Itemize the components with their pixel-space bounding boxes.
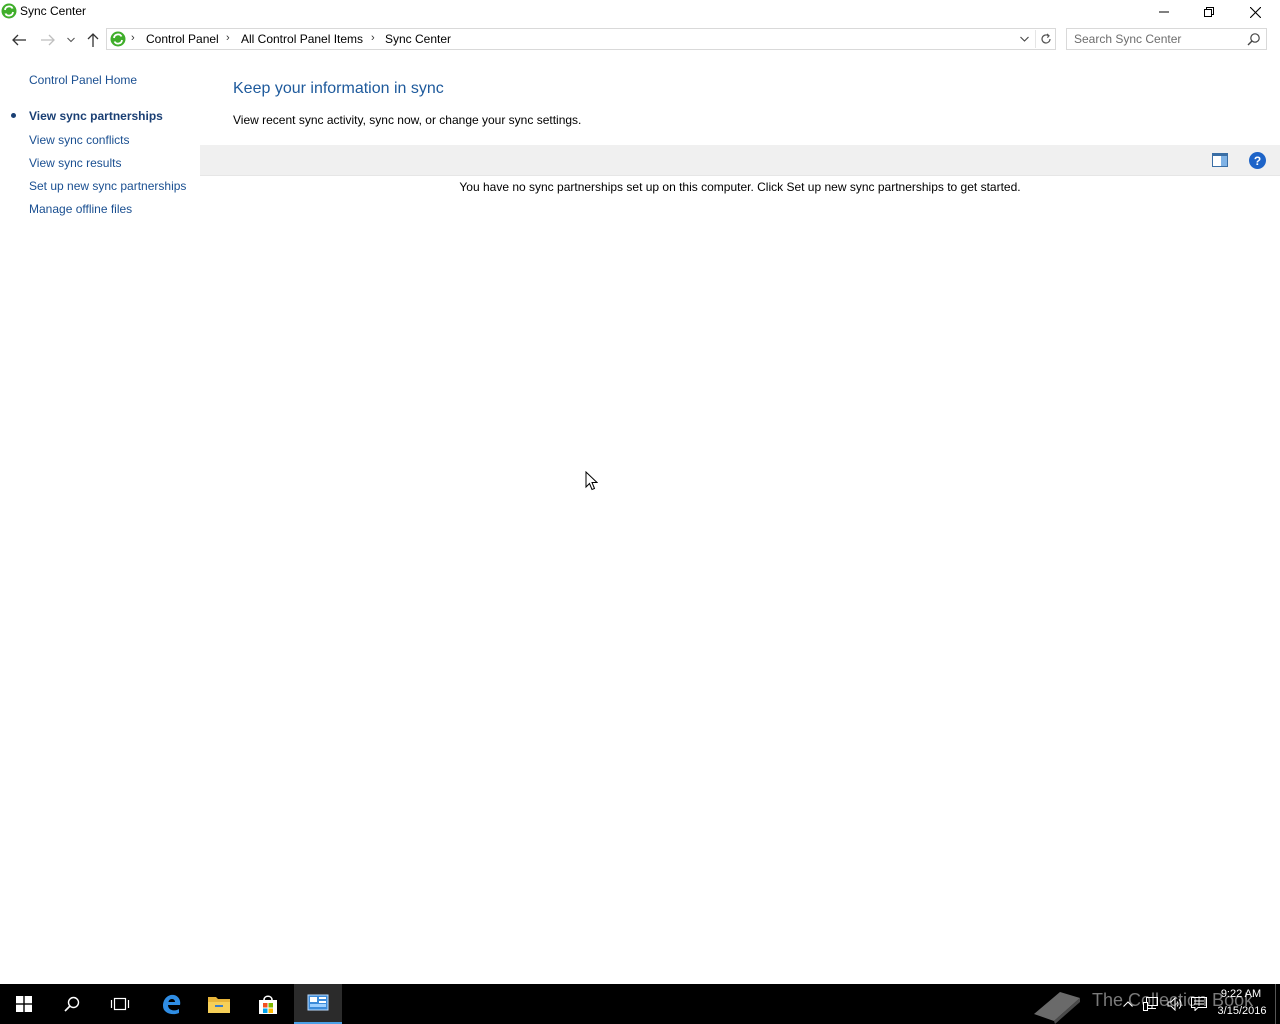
title-bar: Sync Center: [0, 0, 1280, 24]
sidebar-control-panel-home[interactable]: Control Panel Home: [29, 73, 137, 87]
sidebar-item-set-up-new-sync-partnerships[interactable]: Set up new sync partnerships: [29, 179, 186, 193]
start-button[interactable]: [0, 984, 48, 1024]
chevron-down-icon: [67, 37, 75, 43]
window-title: Sync Center: [20, 4, 87, 18]
action-center-button[interactable]: [1189, 994, 1209, 1014]
search-input[interactable]: [1067, 29, 1243, 49]
breadcrumb-separator[interactable]: ›: [131, 32, 135, 44]
task-view-icon: [110, 997, 130, 1011]
up-arrow-icon: [87, 33, 99, 47]
breadcrumb-sync-center[interactable]: Sync Center: [385, 32, 451, 46]
store-icon: [259, 995, 277, 1014]
task-view-button[interactable]: [96, 984, 144, 1024]
back-arrow-icon: [12, 34, 26, 46]
chevron-down-icon: [1019, 36, 1029, 42]
network-icon: [1143, 997, 1158, 1011]
refresh-icon: [1040, 33, 1051, 44]
store-button[interactable]: [244, 984, 292, 1024]
restore-button[interactable]: [1186, 0, 1232, 24]
active-bullet: [11, 113, 16, 118]
sidebar-item-manage-offline-files[interactable]: Manage offline files: [29, 202, 132, 216]
sidebar-item-view-sync-results[interactable]: View sync results: [29, 156, 121, 170]
search-icon: [64, 996, 80, 1012]
volume-icon: [1167, 997, 1182, 1011]
edge-icon: [163, 994, 181, 1015]
mouse-cursor-icon: [585, 471, 598, 491]
breadcrumb-separator[interactable]: ›: [371, 32, 375, 44]
clock-date[interactable]: 3/15/2016: [1214, 1005, 1270, 1017]
refresh-button[interactable]: [1035, 30, 1055, 48]
navigation-bar: › Control Panel › All Control Panel Item…: [0, 24, 1280, 56]
forward-arrow-icon: [41, 34, 55, 46]
command-bar: ?: [200, 145, 1280, 176]
network-button[interactable]: [1141, 994, 1161, 1014]
sidebar-item-view-sync-conflicts[interactable]: View sync conflicts: [29, 133, 129, 147]
control-panel-taskbar-button[interactable]: [294, 984, 342, 1024]
up-button[interactable]: [83, 30, 103, 50]
sync-center-icon: [1, 3, 17, 19]
close-icon: [1249, 6, 1261, 18]
notification-icon: [1191, 997, 1207, 1011]
minimize-icon: [1159, 11, 1169, 13]
recent-locations-button[interactable]: [63, 30, 79, 50]
forward-button[interactable]: [38, 30, 58, 50]
chevron-up-icon: [1123, 1001, 1133, 1007]
page-description: View recent sync activity, sync now, or …: [233, 113, 582, 127]
sync-center-icon: [110, 31, 126, 47]
taskbar-search-button[interactable]: [48, 984, 96, 1024]
file-explorer-icon: [208, 997, 230, 1013]
taskbar: The Collection Book 9:22 AM 3/15/2016: [0, 984, 1280, 1024]
volume-button[interactable]: [1165, 994, 1185, 1014]
preview-pane-icon[interactable]: [1212, 153, 1228, 168]
close-button[interactable]: [1232, 0, 1278, 24]
control-panel-icon: [307, 994, 329, 1011]
back-button[interactable]: [9, 30, 29, 50]
address-bar[interactable]: › Control Panel › All Control Panel Item…: [106, 28, 1056, 50]
search-box: [1066, 28, 1267, 50]
minimize-button[interactable]: [1141, 0, 1187, 24]
breadcrumb-control-panel[interactable]: Control Panel: [146, 32, 219, 46]
file-explorer-button[interactable]: [195, 984, 243, 1024]
page-title: Keep your information in sync: [233, 80, 444, 97]
search-icon[interactable]: [1247, 32, 1261, 46]
show-desktop-button[interactable]: [1275, 984, 1280, 1024]
show-hidden-icons-button[interactable]: [1118, 994, 1138, 1014]
breadcrumb-all-control-panel-items[interactable]: All Control Panel Items: [241, 32, 363, 46]
sidebar-item-view-sync-partnerships[interactable]: View sync partnerships: [29, 109, 163, 123]
clock-time[interactable]: 9:22 AM: [1218, 988, 1264, 1000]
start-icon: [16, 996, 32, 1012]
edge-button[interactable]: [147, 984, 195, 1024]
address-dropdown-button[interactable]: [1015, 31, 1033, 47]
restore-icon: [1204, 7, 1214, 17]
empty-state-message: You have no sync partnerships set up on …: [459, 180, 1021, 194]
breadcrumb-separator[interactable]: ›: [226, 32, 230, 44]
help-button[interactable]: ?: [1249, 152, 1266, 169]
